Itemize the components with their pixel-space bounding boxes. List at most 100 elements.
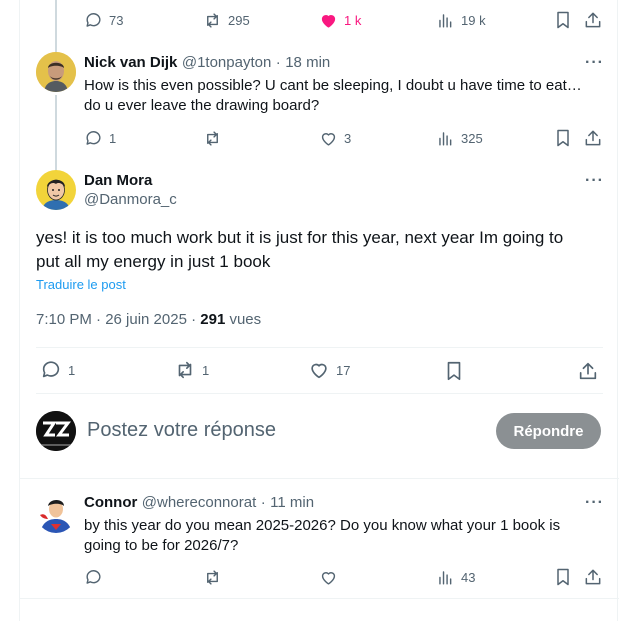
author-name[interactable]: Nick van Dijk bbox=[84, 54, 177, 71]
post-timestamp: 7:10 PM · 26 juin 2025 · 291 vues bbox=[36, 311, 261, 328]
like-count: 1 k bbox=[344, 12, 362, 28]
separator-dot: · bbox=[275, 54, 281, 71]
thread-line bbox=[55, 95, 57, 175]
divider bbox=[36, 393, 603, 394]
avatar-superman-icon bbox=[36, 493, 76, 533]
repost-button[interactable]: 1 bbox=[174, 360, 209, 380]
reply-submit-button[interactable]: Répondre bbox=[496, 413, 601, 449]
separator-dot: · bbox=[260, 494, 266, 511]
repost-button[interactable] bbox=[203, 567, 222, 587]
more-options-button[interactable]: ··· bbox=[585, 55, 604, 71]
heart-icon bbox=[321, 571, 336, 585]
avatar[interactable] bbox=[36, 52, 76, 92]
views-button[interactable]: 43 bbox=[436, 567, 475, 587]
more-options-button[interactable]: ··· bbox=[585, 173, 604, 189]
repost-button[interactable] bbox=[203, 128, 222, 148]
views-label: vues bbox=[225, 311, 262, 328]
views-button[interactable]: 325 bbox=[436, 128, 483, 148]
timestamp-text[interactable]: 7:10 PM · 26 juin 2025 · bbox=[36, 311, 200, 328]
like-button[interactable] bbox=[319, 567, 338, 587]
reply-icon bbox=[42, 361, 60, 378]
repost-count: 295 bbox=[228, 12, 250, 28]
like-button[interactable]: 3 bbox=[319, 128, 351, 148]
bookmark-button[interactable] bbox=[443, 360, 465, 382]
heart-icon bbox=[311, 363, 327, 379]
like-count: 3 bbox=[344, 130, 352, 146]
divider bbox=[36, 347, 603, 348]
repost-count: 1 bbox=[202, 362, 210, 378]
share-icon bbox=[585, 12, 601, 28]
author-handle[interactable]: @1tonpayton bbox=[182, 54, 271, 71]
bookmark-icon bbox=[447, 361, 461, 381]
views-count: 43 bbox=[461, 569, 476, 585]
like-button[interactable]: 1 k bbox=[319, 10, 361, 30]
share-button[interactable] bbox=[583, 10, 603, 30]
thread-line bbox=[55, 0, 57, 52]
more-options-button[interactable]: ··· bbox=[585, 495, 604, 511]
reply-count: 73 bbox=[109, 12, 124, 28]
composer-avatar[interactable] bbox=[36, 411, 76, 451]
views-button[interactable]: 19 k bbox=[436, 10, 486, 30]
bookmark-button[interactable] bbox=[553, 128, 573, 148]
reply-button[interactable] bbox=[84, 567, 103, 587]
reply-header: Nick van Dijk @1tonpayton · 18 min bbox=[84, 54, 330, 72]
reply-header: Connor @whereconnorat · 11 min bbox=[84, 494, 314, 512]
reply-text-line: How is this even possible? U cant be sle… bbox=[84, 77, 582, 94]
repost-button[interactable]: 295 bbox=[203, 10, 250, 30]
author-name[interactable]: Connor bbox=[84, 494, 137, 511]
reply-icon bbox=[86, 12, 101, 27]
bookmark-icon bbox=[557, 129, 569, 147]
reply-button[interactable]: 1 bbox=[40, 360, 75, 380]
post-text: yes! it is too much work but it is just … bbox=[36, 226, 606, 274]
reply-count: 1 bbox=[68, 362, 76, 378]
reply-text: How is this even possible? U cant be sle… bbox=[84, 76, 609, 116]
reply-icon bbox=[86, 130, 101, 145]
views-total: 291 bbox=[200, 311, 226, 328]
like-count: 17 bbox=[336, 362, 351, 378]
views-icon bbox=[439, 570, 452, 585]
post-time[interactable]: 18 min bbox=[285, 54, 330, 71]
share-button[interactable] bbox=[583, 128, 603, 148]
share-button[interactable] bbox=[577, 360, 599, 382]
reply-button[interactable]: 1 bbox=[84, 128, 116, 148]
reply-button[interactable]: 73 bbox=[84, 10, 123, 30]
repost-icon bbox=[178, 361, 192, 379]
divider bbox=[20, 478, 619, 479]
bookmark-icon bbox=[557, 11, 569, 29]
heart-icon bbox=[321, 14, 336, 28]
reply-text-line: by this year do you mean 2025-2026? Do y… bbox=[84, 517, 561, 534]
views-icon bbox=[439, 13, 452, 28]
repost-icon bbox=[207, 12, 218, 28]
post-time[interactable]: 11 min bbox=[270, 494, 314, 511]
divider bbox=[20, 598, 619, 599]
translate-post-link[interactable]: Traduire le post bbox=[36, 277, 126, 292]
bookmark-button[interactable] bbox=[553, 10, 573, 30]
views-icon bbox=[439, 131, 452, 146]
author-name[interactable]: Dan Mora bbox=[84, 172, 152, 189]
bookmark-icon bbox=[557, 568, 569, 586]
share-icon bbox=[585, 130, 601, 146]
reply-text-line: do u ever leave the drawing board? bbox=[84, 97, 320, 114]
heart-icon bbox=[321, 132, 336, 146]
share-icon bbox=[579, 362, 597, 380]
post-text-line: yes! it is too much work but it is just … bbox=[36, 228, 564, 247]
repost-icon bbox=[207, 569, 218, 585]
avatar[interactable] bbox=[36, 493, 76, 533]
reply-text: by this year do you mean 2025-2026? Do y… bbox=[84, 516, 609, 556]
avatar[interactable] bbox=[36, 170, 76, 210]
bookmark-button[interactable] bbox=[553, 567, 573, 587]
avatar-portrait-icon bbox=[36, 52, 76, 92]
reply-input[interactable]: Postez votre réponse bbox=[87, 419, 276, 442]
reply-text-line: going to be for 2026/7? bbox=[84, 537, 239, 554]
avatar-portrait-icon bbox=[36, 170, 76, 210]
like-button[interactable]: 17 bbox=[308, 360, 350, 380]
repost-icon bbox=[207, 130, 218, 146]
share-button[interactable] bbox=[583, 567, 603, 587]
reply-count: 1 bbox=[109, 130, 117, 146]
author-handle[interactable]: @whereconnorat bbox=[142, 494, 256, 511]
views-count: 19 k bbox=[461, 12, 486, 28]
user-logo-icon bbox=[36, 411, 76, 451]
conversation-column: 73 295 1 k 19 k Nick van Dijk @1tonpayto… bbox=[19, 0, 619, 621]
author-handle[interactable]: @Danmora_c bbox=[84, 191, 177, 208]
post-text-line: put all my energy in just 1 book bbox=[36, 252, 271, 271]
